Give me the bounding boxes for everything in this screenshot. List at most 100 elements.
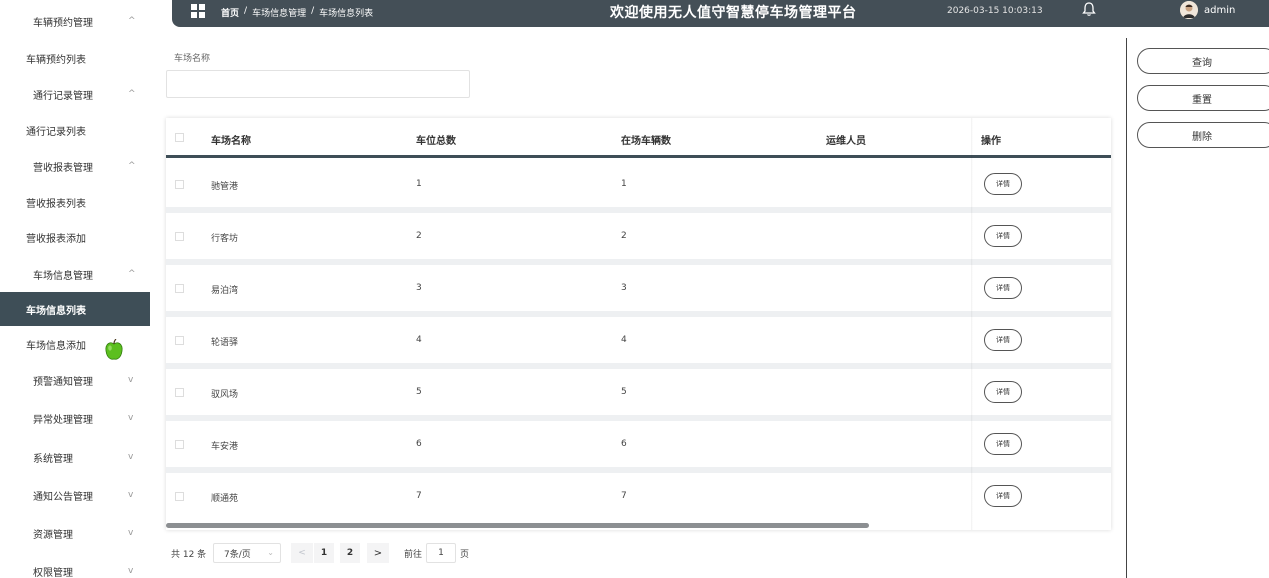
sidebar-group-passage[interactable]: 通行记录管理 ^ — [0, 76, 150, 112]
page-size-value: 7条/页 — [224, 549, 251, 560]
row-checkbox[interactable] — [175, 440, 184, 449]
row-checkbox[interactable] — [175, 388, 184, 397]
cell-name: 车安港 — [211, 442, 239, 452]
detail-button[interactable]: 详情 — [984, 381, 1022, 403]
detail-button[interactable]: 详情 — [984, 329, 1022, 351]
cell-name: 驰管港 — [211, 182, 239, 192]
sidebar-item-lot-info-list[interactable]: 车场信息列表 — [0, 292, 150, 326]
cell-total: 1 — [416, 179, 422, 189]
cell-name: 易泊湾 — [211, 286, 239, 296]
page-1[interactable]: 1 — [314, 543, 334, 563]
row-checkbox[interactable] — [175, 232, 184, 241]
chevron-down-icon: v — [128, 452, 134, 462]
breadcrumb-separator: / — [311, 6, 315, 16]
sidebar-group-label: 资源管理 — [33, 529, 73, 541]
sidebar-group-label: 通知公告管理 — [33, 491, 93, 503]
column-header-present[interactable]: 在场车辆数 — [621, 132, 671, 147]
table-row: 顺通苑 7 7 详情 — [166, 473, 1111, 519]
chevron-down-icon: v — [128, 528, 134, 538]
datetime: 2026-03-15 10:03:13 — [947, 6, 1043, 16]
next-page-button[interactable]: > — [367, 543, 389, 563]
sidebar: 车辆预约管理 ^ 车辆预约列表 通行记录管理 ^ 通行记录列表 营收报表管理 ^… — [0, 0, 150, 578]
detail-button[interactable]: 详情 — [984, 433, 1022, 455]
detail-button[interactable]: 详情 — [984, 277, 1022, 299]
cell-name: 顺通苑 — [211, 494, 239, 504]
breadcrumb-home[interactable]: 首页 — [221, 6, 239, 19]
row-checkbox[interactable] — [175, 336, 184, 345]
column-header-name[interactable]: 车场名称 — [211, 132, 251, 147]
sidebar-group-label: 预警通知管理 — [33, 376, 93, 388]
sidebar-group-exception[interactable]: 异常处理管理 v — [0, 400, 150, 436]
cell-name: 轮语驿 — [211, 338, 239, 348]
sidebar-item-label: 车辆预约列表 — [26, 54, 86, 66]
sidebar-group-reservation[interactable]: 车辆预约管理 ^ — [0, 3, 150, 39]
chevron-up-icon: ^ — [128, 89, 136, 99]
detail-button[interactable]: 详情 — [984, 225, 1022, 247]
sidebar-item-label: 车场信息列表 — [26, 305, 86, 317]
sidebar-item-label: 通行记录列表 — [26, 126, 86, 138]
sidebar-group-permission[interactable]: 权限管理 v — [0, 553, 150, 578]
column-header-action: 操作 — [981, 136, 1001, 147]
lot-name-search-input[interactable] — [166, 70, 470, 98]
chevron-up-icon: ^ — [128, 161, 136, 171]
username[interactable]: admin — [1204, 5, 1235, 16]
pagination-total: 共 12 条 — [171, 550, 207, 560]
breadcrumb-separator: / — [244, 6, 248, 16]
breadcrumb-item: 车场信息管理 — [252, 9, 307, 19]
page-size-select[interactable]: 7条/页 ⌄ — [213, 543, 281, 563]
cell-total: 3 — [416, 283, 422, 293]
sidebar-group-notice[interactable]: 通知公告管理 v — [0, 477, 150, 513]
reset-button[interactable]: 重置 — [1137, 85, 1269, 111]
sidebar-group-resource[interactable]: 资源管理 v — [0, 515, 150, 551]
sidebar-group-system[interactable]: 系统管理 v — [0, 439, 150, 475]
sidebar-item-revenue-add[interactable]: 营收报表添加 — [0, 220, 150, 254]
sidebar-group-revenue[interactable]: 营收报表管理 ^ — [0, 148, 150, 184]
goto-label: 前往 — [404, 550, 423, 560]
sidebar-item-passage-list[interactable]: 通行记录列表 — [0, 113, 150, 147]
user-avatar-icon — [1180, 1, 1198, 19]
cell-present: 5 — [621, 387, 627, 397]
delete-button[interactable]: 删除 — [1137, 122, 1269, 148]
sidebar-item-label: 车场信息添加 — [26, 340, 86, 352]
sidebar-item-label: 营收报表添加 — [26, 233, 86, 245]
cell-total: 7 — [416, 491, 422, 501]
bell-icon[interactable] — [1081, 1, 1097, 17]
cell-total: 6 — [416, 439, 422, 449]
cell-present: 7 — [621, 491, 627, 501]
sidebar-item-revenue-list[interactable]: 营收报表列表 — [0, 185, 150, 219]
lot-table: 车场名称 车位总数 在场车辆数 运维人员 操作 驰管港 1 1 详情 行客坊 2… — [166, 118, 1111, 530]
grid-menu-icon[interactable] — [191, 4, 205, 18]
sidebar-group-lot-info[interactable]: 车场信息管理 ^ — [0, 256, 150, 292]
cell-name: 驭风场 — [211, 390, 239, 400]
sidebar-item-reservation-list[interactable]: 车辆预约列表 — [0, 41, 150, 75]
table-row: 驭风场 5 5 详情 — [166, 369, 1111, 415]
row-checkbox[interactable] — [175, 284, 184, 293]
search-label: 车场名称 — [174, 54, 211, 64]
horizontal-scrollbar[interactable] — [166, 523, 869, 528]
panel-divider — [1126, 38, 1127, 578]
goto-page-input[interactable]: 1 — [426, 543, 456, 563]
column-header-staff[interactable]: 运维人员 — [826, 132, 866, 147]
sidebar-group-label: 通行记录管理 — [33, 90, 93, 102]
prev-page-button[interactable]: < — [291, 543, 313, 563]
row-checkbox[interactable] — [175, 180, 184, 189]
chevron-down-icon: v — [128, 490, 134, 500]
detail-button[interactable]: 详情 — [984, 173, 1022, 195]
cell-present: 4 — [621, 335, 627, 345]
chevron-up-icon: ^ — [128, 269, 136, 279]
table-row: 轮语驿 4 4 详情 — [166, 317, 1111, 363]
query-button[interactable]: 查询 — [1137, 48, 1269, 74]
avatar[interactable] — [1180, 1, 1198, 19]
sidebar-group-alert[interactable]: 预警通知管理 v — [0, 362, 150, 398]
cell-total: 2 — [416, 231, 422, 241]
table-row: 行客坊 2 2 详情 — [166, 213, 1111, 259]
select-all-checkbox[interactable] — [175, 133, 184, 142]
chevron-down-icon: v — [128, 375, 134, 385]
page-2[interactable]: 2 — [340, 543, 360, 563]
column-header-total[interactable]: 车位总数 — [416, 132, 456, 147]
breadcrumb-item: 车场信息列表 — [319, 9, 374, 19]
row-checkbox[interactable] — [175, 492, 184, 501]
app-root: 车辆预约管理 ^ 车辆预约列表 通行记录管理 ^ 通行记录列表 营收报表管理 ^… — [0, 0, 1269, 578]
detail-button[interactable]: 详情 — [984, 485, 1022, 507]
sidebar-item-lot-info-add[interactable]: 车场信息添加 — [0, 327, 150, 361]
